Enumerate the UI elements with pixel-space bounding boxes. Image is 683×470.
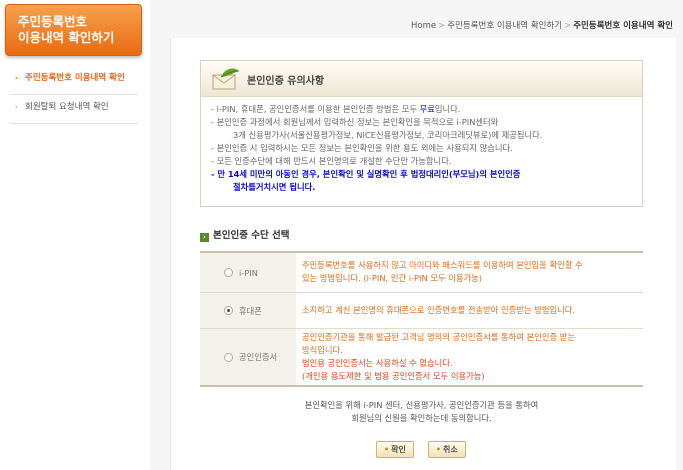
notice-item: - 본인인증 과정에서 회원님께서 입력하신 정보는 본인확인을 목적으로 i-… [211, 117, 499, 127]
sidebar-item-label: 주민등록번호 이용내역 확인 [25, 73, 125, 83]
auth-option-certificate: 공인인증서 공인인증기관을 통해 발급된 고객님 명의의 공인인증서를 통하여 … [200, 329, 643, 385]
desc-line-warning: (개인용 용도제한 및 범용 공인인증서 모두 이용가능) [302, 371, 485, 381]
sidebar-title-line2: 이용내역 확인하기 [18, 30, 115, 45]
desc-note: (i-PIN, 민간 i-PIN 모두 이용가능) [363, 273, 482, 283]
breadcrumb-level1[interactable]: 주민등록번호 이용내역 확인하기 [447, 21, 562, 31]
confirm-label: 확인 [391, 445, 406, 454]
breadcrumb: Home > 주민등록번호 이용내역 확인하기 > 주민등록번호 이용내역 확인 [411, 19, 673, 31]
notice-text: - i-PIN, 휴대폰, 공인인증서를 이용한 본인인증 방법은 모두 [211, 104, 420, 114]
auth-option-phone: 휴대폰 소지하고 계신 본인명의 휴대폰으로 인증번호를 전송받아 인증받는 방… [200, 293, 643, 329]
sidebar: 주민등록번호 이용내역 확인하기 › 주민등록번호 이용내역 확인 › 회원탈퇴 요… [0, 0, 150, 470]
consent-line: 본인확인을 위해 i-PIN 센터, 신용평가사, 공인인증기관 등을 통하여 [304, 400, 539, 410]
desc-line-warning: 법인용 공인인증서는 사용하실 수 없습니다. [302, 358, 453, 368]
sidebar-title: 주민등록번호 이용내역 확인하기 [5, 4, 142, 56]
consent-line: 회원님의 신원을 확인하는데 동의합니다. [351, 413, 492, 423]
notice-text: 절차를거치시면 됩니다. [233, 182, 316, 192]
breadcrumb-current: 주민등록번호 이용내역 확인 [573, 21, 673, 31]
auth-option-label: i-PIN [239, 267, 258, 278]
chevron-right-icon: › [15, 103, 18, 111]
sidebar-menu: › 주민등록번호 이용내역 확인 › 회원탈퇴 요청내역 확인 [10, 66, 138, 124]
auth-option-label-cell[interactable]: 공인인증서 [200, 329, 296, 385]
notice-text: 입니다. [434, 104, 461, 114]
auth-option-desc: 공인인증기관을 통해 발급된 고객님 명의의 공인인증서를 통하여 본인인증 받… [296, 329, 643, 385]
auth-option-ipin: i-PIN 주민등록번호를 사용하지 않고 아이디와 패스워드를 이용하여 본인… [200, 253, 643, 293]
chevron-right-icon: > [564, 21, 572, 31]
auth-option-label: 공인인증서 [239, 352, 278, 362]
desc-line: 주민등록번호를 사용하지 않고 아이디와 패스워드를 이용하여 본인임을 확인할… [302, 260, 583, 270]
notice-item-emphasis: - 만 14세 미만의 아동인 경우, 본인확인 및 실명확인 후 법정대리인(… [211, 169, 521, 179]
auth-option-label-cell[interactable]: 휴대폰 [200, 293, 296, 328]
sidebar-item-label: 회원탈퇴 요청내역 확인 [25, 102, 109, 112]
ipin-radio[interactable] [224, 268, 233, 277]
notice-item-emphasis: 절차를거치시면 됩니다. [211, 181, 642, 194]
breadcrumb-home[interactable]: Home [411, 21, 436, 31]
auth-option-desc: 주민등록번호를 사용하지 않고 아이디와 패스워드를 이용하여 본인임을 확인할… [296, 253, 643, 292]
chevron-right-icon: › [15, 74, 18, 82]
bullet-icon: • [435, 445, 441, 454]
auth-method-table: i-PIN 주민등록번호를 사용하지 않고 아이디와 패스워드를 이용하여 본인… [200, 251, 643, 387]
desc-line: 공인인증기관을 통해 발급된 고객님 명의의 공인인증서를 통하여 본인인증 받… [302, 332, 575, 342]
desc-line: 있는 방법입니다. (i-PIN, 민간 i-PIN 모두 이용가능) [302, 272, 637, 285]
notice-text: 3개 신용평가사(서울신용평가정보, NICE신용평가정보, 코리아크레딧뷰로)… [233, 130, 543, 140]
section-title-text: 본인인증 수단 선택 [213, 230, 290, 241]
cancel-label: 취소 [442, 445, 458, 454]
desc-line: 방식입니다. [302, 345, 343, 355]
notice-list: - i-PIN, 휴대폰, 공인인증서를 이용한 본인인증 방법은 모두 무료입… [201, 97, 642, 194]
certificate-radio[interactable] [224, 352, 233, 362]
sidebar-item-usage-history[interactable]: › 주민등록번호 이용내역 확인 [10, 66, 138, 95]
notice-free-highlight: 무료 [419, 104, 435, 114]
section-title: › 본인인증 수단 선택 [200, 227, 290, 242]
sidebar-item-withdrawal-history[interactable]: › 회원탈퇴 요청내역 확인 [10, 95, 138, 124]
cancel-button[interactable]: • 취소 [427, 441, 466, 458]
sidebar-title-line1: 주민등록번호 [18, 14, 88, 29]
auth-option-label: 휴대폰 [239, 305, 262, 316]
notice-item: 3개 신용평가사(서울신용평가정보, NICE신용평가정보, 코리아크레딧뷰로)… [211, 129, 642, 142]
desc-line: 소지하고 계신 본인명의 휴대폰으로 인증번호를 전송받아 인증받는 방법입니다… [302, 305, 575, 315]
auth-option-desc: 소지하고 계신 본인명의 휴대폰으로 인증번호를 전송받아 인증받는 방법입니다… [296, 293, 643, 328]
notice-header: 본인인증 유의사항 [201, 61, 642, 97]
phone-radio[interactable] [224, 306, 233, 315]
chevron-right-icon: > [438, 21, 446, 31]
chevron-right-icon: › [200, 233, 209, 242]
consent-text: 본인확인을 위해 i-PIN 센터, 신용평가사, 공인인증기관 등을 통하여 … [200, 399, 643, 425]
confirm-button[interactable]: • 확인 [376, 441, 414, 458]
desc-text: 있는 방법입니다. [302, 273, 364, 283]
envelope-leaf-icon [212, 68, 240, 90]
notice-box: 본인인증 유의사항 - i-PIN, 휴대폰, 공인인증서를 이용한 본인인증 … [200, 60, 643, 207]
auth-option-label-cell[interactable]: i-PIN [200, 253, 296, 292]
button-group: • 확인 • 취소 [376, 441, 466, 458]
notice-item: - i-PIN, 휴대폰, 공인인증서를 이용한 본인인증 방법은 모두 무료입… [211, 103, 642, 116]
notice-item: - 본인인증 시 입력하시는 모든 정보는 본인확인을 위한 용도 외에는 사용… [211, 143, 513, 153]
notice-item: - 모든 인증수단에 대해 반드시 본인명의로 개설한 수단만 가능합니다. [211, 156, 452, 166]
notice-title: 본인인증 유의사항 [247, 76, 325, 87]
bullet-icon: • [384, 445, 390, 454]
